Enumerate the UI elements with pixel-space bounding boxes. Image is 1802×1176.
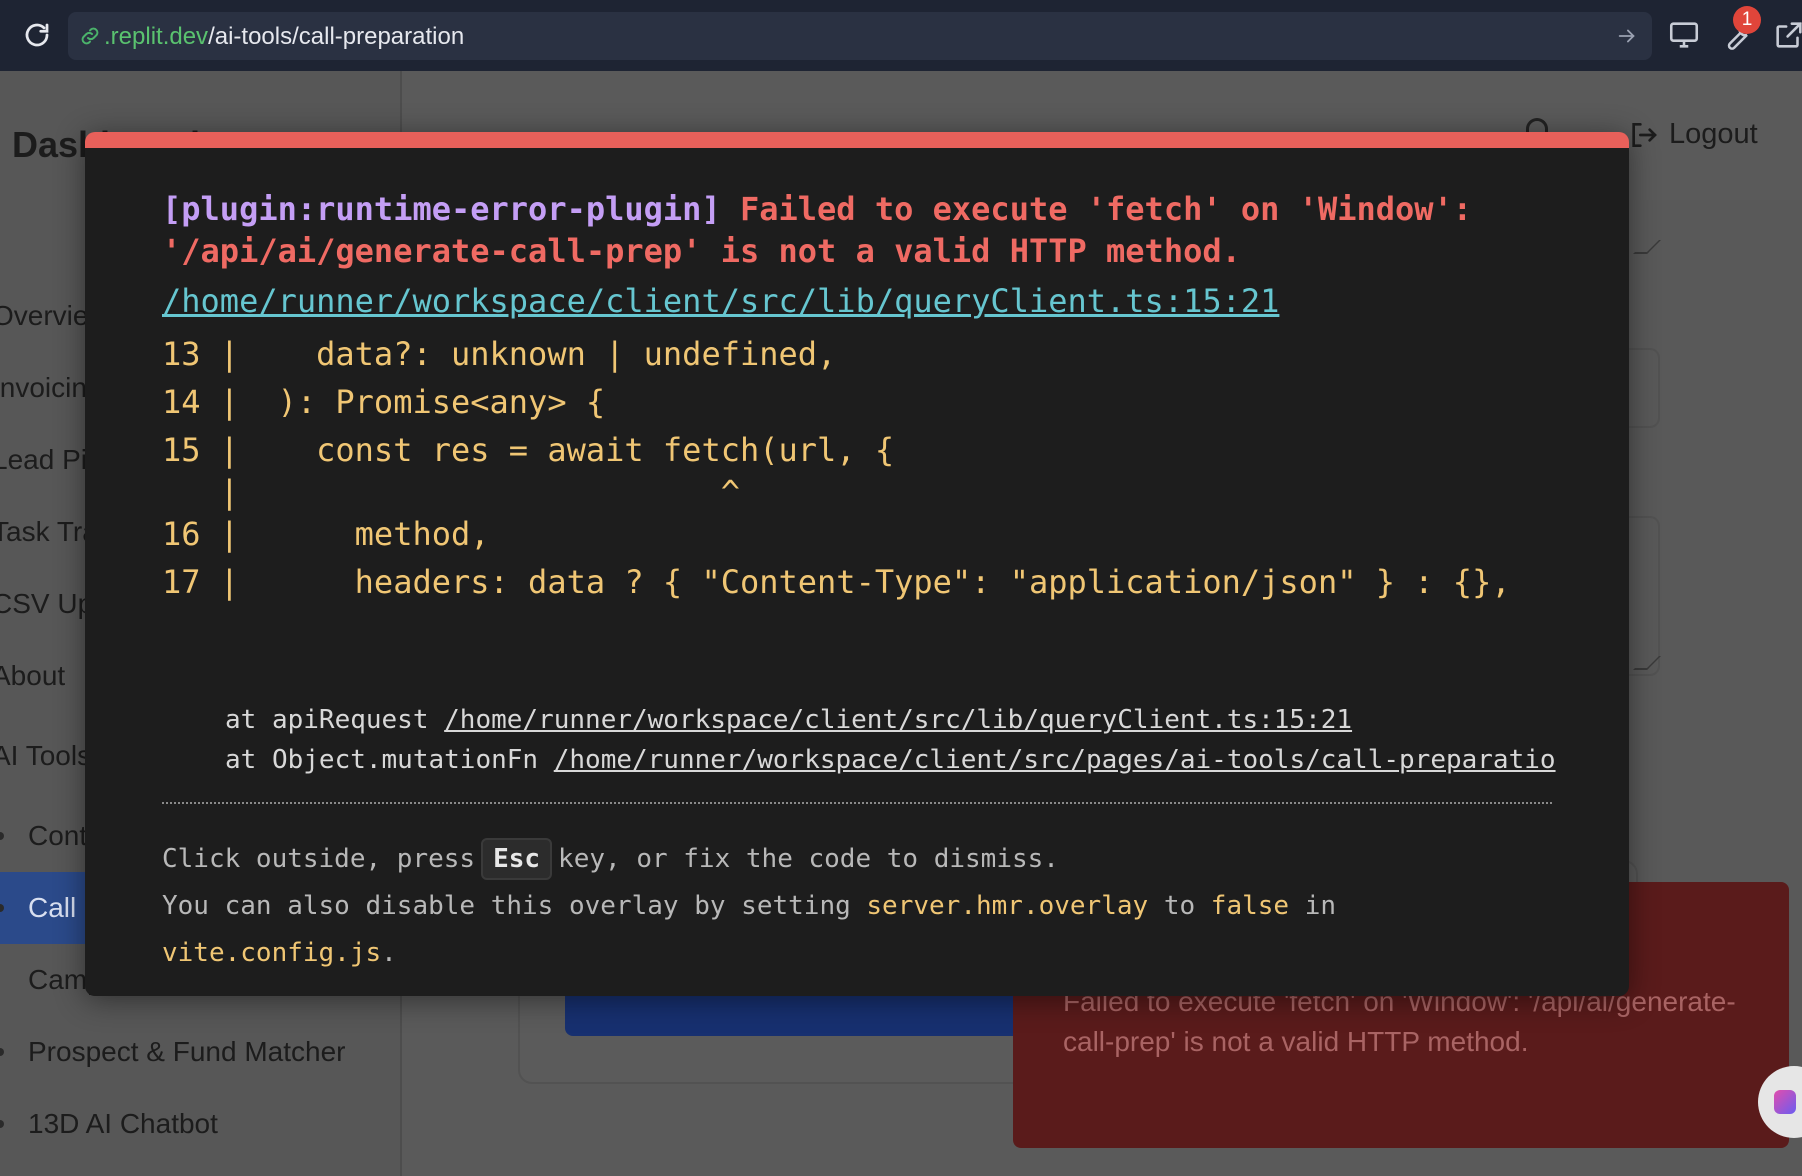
code-line: 16 | method, bbox=[162, 515, 490, 553]
notification-badge: 1 bbox=[1733, 6, 1761, 34]
sidebar-item-about[interactable]: About bbox=[0, 660, 65, 692]
dismiss-tip: Click outside, press Esc key, or fix the c… bbox=[162, 836, 1582, 977]
url-domain: .replit.dev bbox=[104, 23, 209, 50]
arrow-right-icon[interactable] bbox=[1616, 25, 1638, 47]
code-line: 13 | data?: unknown | undefined, bbox=[162, 335, 837, 373]
address-bar[interactable]: .replit.dev/ai-tools/call-preparation bbox=[68, 12, 1652, 60]
logout-label: Logout bbox=[1669, 118, 1758, 150]
sidebar-subitem-prospect-fund-matcher[interactable]: Prospect & Fund Matcher bbox=[28, 1036, 345, 1068]
stack-line: at Object.mutationFn /home/runner/worksp… bbox=[225, 745, 1556, 775]
code-line: 15 | const res = await fetch(url, { bbox=[162, 431, 895, 469]
stack-line: at apiRequest /home/runner/workspace/cli… bbox=[225, 705, 1353, 735]
logout-button[interactable]: Logout bbox=[1627, 118, 1758, 151]
stack-trace: at apiRequest /home/runner/workspace/cli… bbox=[225, 700, 1635, 780]
url-path: /ai-tools/call-preparation bbox=[208, 23, 465, 50]
brain-icon bbox=[1774, 1090, 1796, 1114]
divider bbox=[162, 802, 1552, 804]
setting-value: false bbox=[1210, 891, 1290, 921]
url-text: .replit.dev/ai-tools/call-preparation bbox=[104, 23, 464, 51]
error-file-link[interactable]: /home/runner/workspace/client/src/lib/qu… bbox=[162, 282, 1279, 320]
config-file: vite.config.js bbox=[162, 938, 382, 968]
code-caret-line: | ^ bbox=[162, 473, 740, 511]
esc-key: Esc bbox=[481, 838, 553, 880]
error-overlay[interactable]: [plugin:runtime-error-plugin] Failed to … bbox=[85, 132, 1629, 996]
stack-link[interactable]: /home/runner/workspace/client/src/lib/qu… bbox=[444, 705, 1352, 735]
setting-name: server.hmr.overlay bbox=[866, 891, 1149, 921]
logout-icon bbox=[1632, 122, 1657, 147]
sidebar-subitem-13d-ai-chatbot[interactable]: 13D AI Chatbot bbox=[28, 1108, 218, 1140]
external-link-icon[interactable] bbox=[1772, 18, 1802, 52]
sidebar-item-ai-tools[interactable]: AI Tools bbox=[0, 740, 91, 772]
browser-toolbar: .replit.dev/ai-tools/call-preparation 1 bbox=[0, 0, 1802, 71]
plugin-name: [plugin:runtime-error-plugin] bbox=[162, 190, 721, 228]
reload-icon[interactable] bbox=[22, 20, 52, 50]
error-message: [plugin:runtime-error-plugin] Failed to … bbox=[162, 188, 1602, 272]
code-line: 17 | headers: data ? { "Content-Type": "… bbox=[162, 563, 1511, 601]
link-icon bbox=[81, 27, 99, 45]
code-frame: 13 | data?: unknown | undefined, 14 | ): … bbox=[162, 330, 1612, 606]
stack-link[interactable]: /home/runner/workspace/client/src/pages/… bbox=[554, 745, 1556, 775]
monitor-icon[interactable] bbox=[1667, 18, 1701, 52]
code-line: 14 | ): Promise<any> { bbox=[162, 383, 606, 421]
